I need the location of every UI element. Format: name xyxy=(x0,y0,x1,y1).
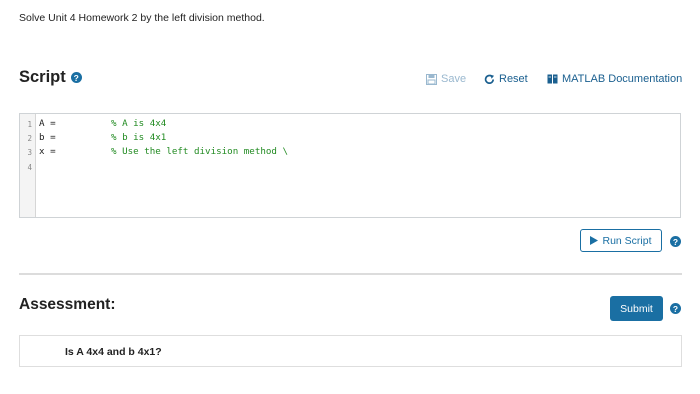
line-number: 3 xyxy=(27,148,32,157)
line-number: 1 xyxy=(27,120,32,129)
code-editor[interactable]: 1 A = % A is 4x4 2 b = % b is 4x1 3 x = … xyxy=(19,113,681,218)
code-comment: % b is 4x1 xyxy=(111,132,167,143)
save-label: Save xyxy=(441,73,467,85)
code-line[interactable]: x = xyxy=(39,146,56,157)
reset-button[interactable]: Reset xyxy=(484,73,528,85)
submit-button[interactable]: Submit xyxy=(610,296,663,321)
assessment-title: Assessment: xyxy=(19,296,116,313)
run-help-icon[interactable]: ? xyxy=(670,236,681,247)
play-icon xyxy=(590,236,599,245)
save-icon xyxy=(426,73,437,85)
reset-label: Reset xyxy=(499,73,528,85)
matlab-documentation-link[interactable]: MATLAB Documentation xyxy=(547,73,682,85)
code-comment: % Use the left division method \ xyxy=(111,146,289,157)
script-title: Script xyxy=(19,68,66,86)
book-icon xyxy=(547,74,558,84)
run-script-button[interactable]: Run Script xyxy=(580,229,662,252)
code-line[interactable]: A = xyxy=(39,118,56,129)
script-help-icon[interactable]: ? xyxy=(70,72,82,83)
line-number: 4 xyxy=(27,163,32,172)
script-heading: Script ? xyxy=(19,68,82,87)
code-comment: % A is 4x4 xyxy=(111,118,167,129)
assessment-question: Is A 4x4 and b 4x1? xyxy=(65,346,162,358)
section-divider xyxy=(19,273,682,275)
assessment-item[interactable]: Is A 4x4 and b 4x1? xyxy=(19,335,682,367)
run-script-label: Run Script xyxy=(602,234,652,247)
submit-help-icon[interactable]: ? xyxy=(670,303,681,314)
save-button[interactable]: Save xyxy=(426,73,466,85)
reset-icon xyxy=(484,74,495,84)
doc-label: MATLAB Documentation xyxy=(562,73,683,85)
instructions-text: Solve Unit 4 Homework 2 by the left divi… xyxy=(19,12,265,24)
line-number: 2 xyxy=(27,134,32,143)
code-line[interactable]: b = xyxy=(39,132,56,143)
